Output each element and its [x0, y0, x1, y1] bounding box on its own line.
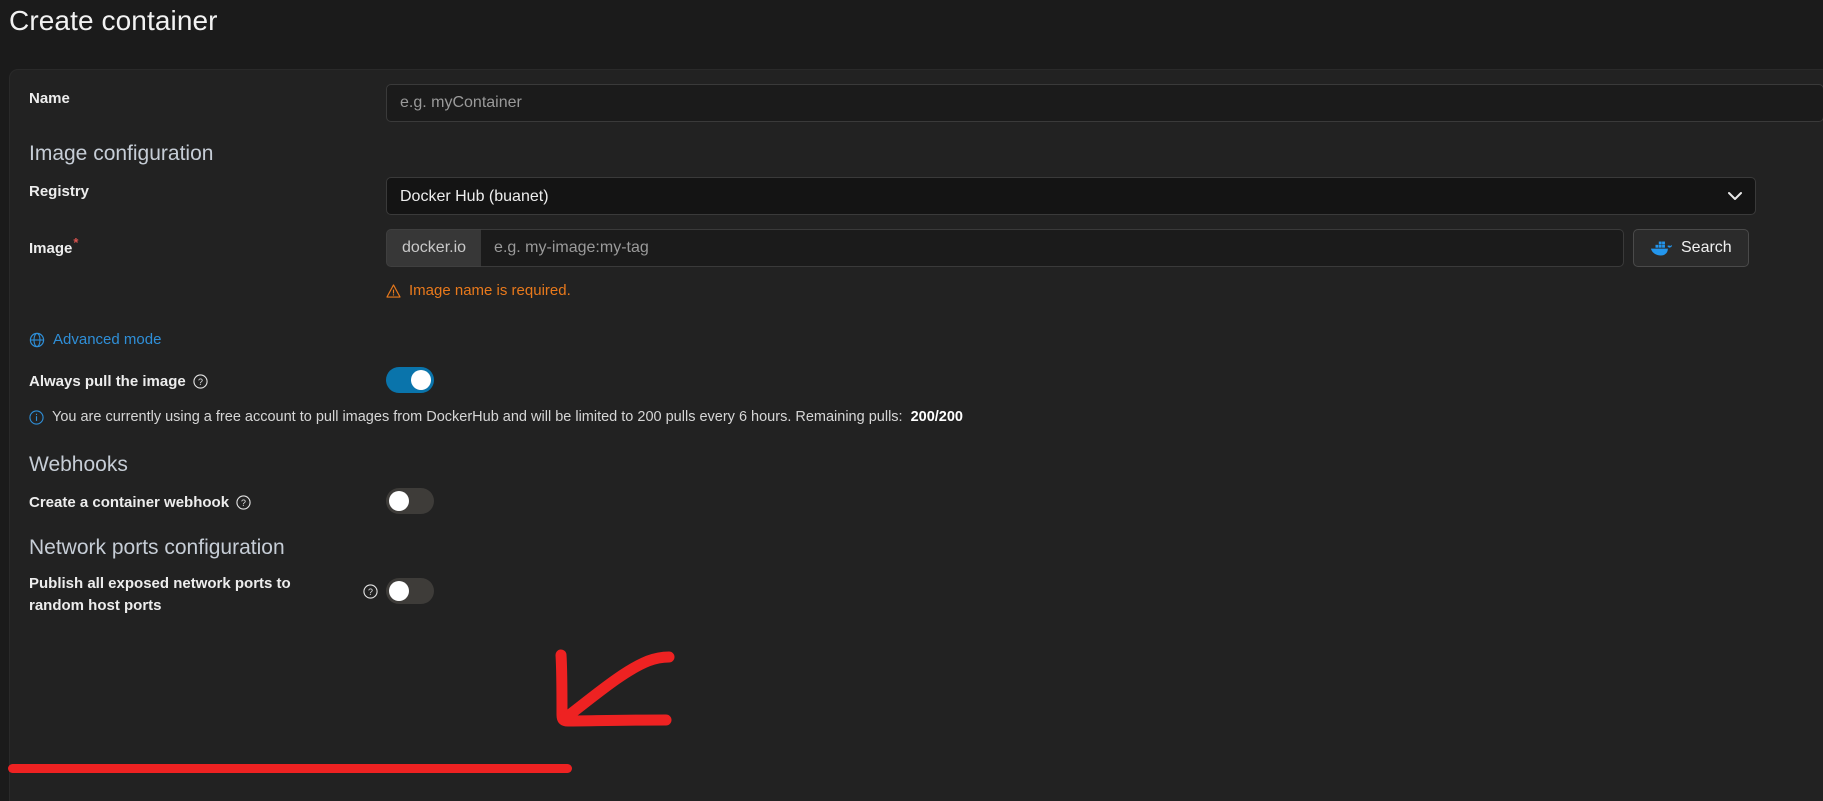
form-card: Name Image configuration Registry Docker… [9, 69, 1823, 801]
name-field-label-row: Name [29, 90, 70, 107]
search-button-label: Search [1681, 239, 1732, 256]
registry-select[interactable]: Docker Hub (buanet) [386, 177, 1756, 215]
container-name-input[interactable] [386, 84, 1823, 122]
info-circle-icon [29, 409, 44, 425]
image-configuration-section-title: Image configuration [29, 142, 214, 165]
toggle-knob [389, 491, 409, 511]
create-container-page: Create container Name Image configuratio… [0, 0, 1823, 801]
rate-limit-remaining: 200/200 [910, 409, 963, 425]
docker-whale-icon [1650, 241, 1672, 255]
create-webhook-label: Create a container webhook [29, 494, 230, 511]
publish-all-ports-label: Publish all exposed network ports to ran… [29, 575, 291, 614]
advanced-mode-label: Advanced mode [53, 331, 162, 348]
red-underline-annotation [8, 764, 572, 773]
search-button[interactable]: Search [1633, 229, 1749, 267]
dockerhub-rate-limit-note: You are currently using a free account t… [29, 409, 963, 425]
toggle-knob [389, 581, 409, 601]
svg-text:?: ? [241, 498, 246, 508]
always-pull-toggle[interactable] [386, 367, 434, 393]
image-input-group: docker.io [386, 229, 1624, 267]
page-title: Create container [9, 5, 218, 36]
rate-limit-text: You are currently using a free account t… [52, 409, 903, 425]
globe-icon [29, 332, 45, 347]
advanced-mode-link[interactable]: Advanced mode [29, 331, 161, 348]
image-registry-prefix: docker.io [386, 229, 482, 267]
question-circle-icon[interactable]: ? [363, 584, 378, 599]
svg-text:?: ? [368, 587, 373, 597]
registry-select-wrap: Docker Hub (buanet) [386, 177, 1756, 215]
registry-label: Registry [29, 183, 90, 200]
image-label-row: Image [29, 235, 78, 257]
create-webhook-toggle[interactable] [386, 488, 434, 514]
warning-triangle-icon [386, 283, 401, 298]
image-error-message: Image name is required. [386, 282, 571, 299]
question-circle-icon[interactable]: ? [236, 495, 251, 510]
image-label: Image [29, 235, 78, 257]
toggle-knob [411, 370, 431, 390]
create-webhook-label-row: Create a container webhook ? [29, 494, 251, 511]
publish-all-ports-toggle[interactable] [386, 578, 434, 604]
always-pull-label: Always pull the image [29, 373, 186, 390]
webhooks-section-title: Webhooks [29, 453, 128, 476]
registry-label-row: Registry [29, 183, 89, 200]
question-circle-icon[interactable]: ? [193, 374, 208, 389]
always-pull-label-row: Always pull the image ? [29, 373, 208, 390]
image-error-text: Image name is required. [409, 282, 571, 299]
network-ports-section-title: Network ports configuration [29, 536, 285, 559]
image-name-input[interactable] [481, 229, 1624, 267]
name-label: Name [29, 90, 70, 107]
svg-text:?: ? [198, 377, 203, 387]
